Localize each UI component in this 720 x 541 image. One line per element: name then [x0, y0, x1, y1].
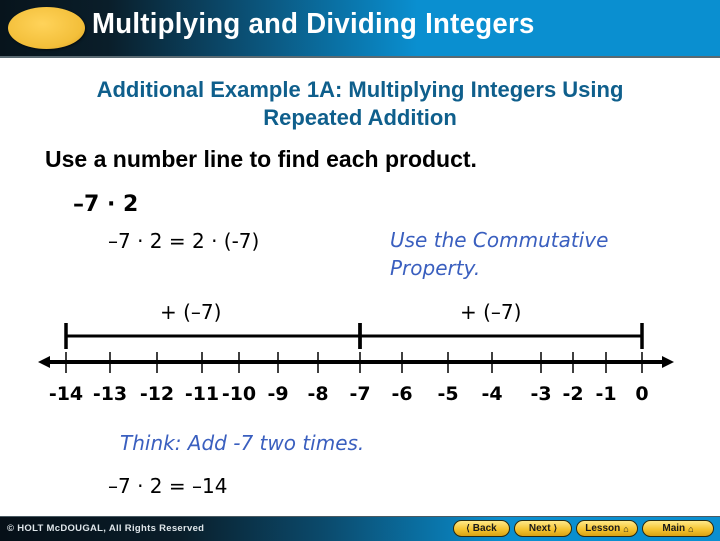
tick-label: -6	[391, 383, 412, 405]
lesson-button[interactable]: Lesson ⌂	[576, 520, 638, 537]
tick-label: -9	[267, 383, 288, 405]
number-line: -14 -13 -12 -11 -10 -9 -8 -7 -6 -5 -4 -3 -2 -1 0	[38, 323, 674, 405]
tick-label: -10	[222, 383, 256, 405]
tick-label: -14	[49, 383, 83, 405]
tick-label: -5	[437, 383, 458, 405]
left-arrowhead-icon	[38, 356, 50, 368]
tick-label: -2	[562, 383, 583, 405]
tick-label: -12	[140, 383, 174, 405]
copyright-text: © HOLT McDOUGAL, All Rights Reserved	[7, 523, 205, 534]
home-icon: ⌂	[688, 523, 694, 534]
chevron-left-icon: ⟨	[466, 523, 470, 533]
tick-label: 0	[635, 383, 648, 405]
footer-bar: © HOLT McDOUGAL, All Rights Reserved ⟨ B…	[0, 516, 720, 541]
chevron-right-icon: ⟩	[553, 523, 558, 533]
next-button[interactable]: Next ⟩	[514, 520, 572, 537]
tick-labels: -14 -13 -12 -11 -10 -9 -8 -7 -6 -5 -4 -3 -2 -1 0	[49, 383, 649, 405]
home-icon: ⌂	[623, 523, 629, 534]
main-button[interactable]: Main ⌂	[642, 520, 714, 537]
tick-label: -13	[93, 383, 127, 405]
jump-segments	[64, 323, 644, 349]
tick-label: -11	[185, 383, 219, 405]
tick-label: -7	[349, 383, 370, 405]
back-button[interactable]: ⟨ Back	[453, 520, 510, 537]
right-arrowhead-icon	[662, 356, 674, 368]
answer-equation: –7 · 2 = –14	[108, 474, 228, 498]
tick-label: -4	[481, 383, 502, 405]
next-button-label: Next	[528, 523, 551, 534]
tick-label: -8	[307, 383, 328, 405]
lesson-button-label: Lesson	[585, 523, 621, 534]
tick-label: -1	[595, 383, 616, 405]
tick-label: -3	[530, 383, 551, 405]
think-note: Think: Add -7 two times.	[120, 431, 365, 455]
main-button-label: Main	[662, 523, 686, 534]
back-button-label: Back	[472, 523, 497, 534]
